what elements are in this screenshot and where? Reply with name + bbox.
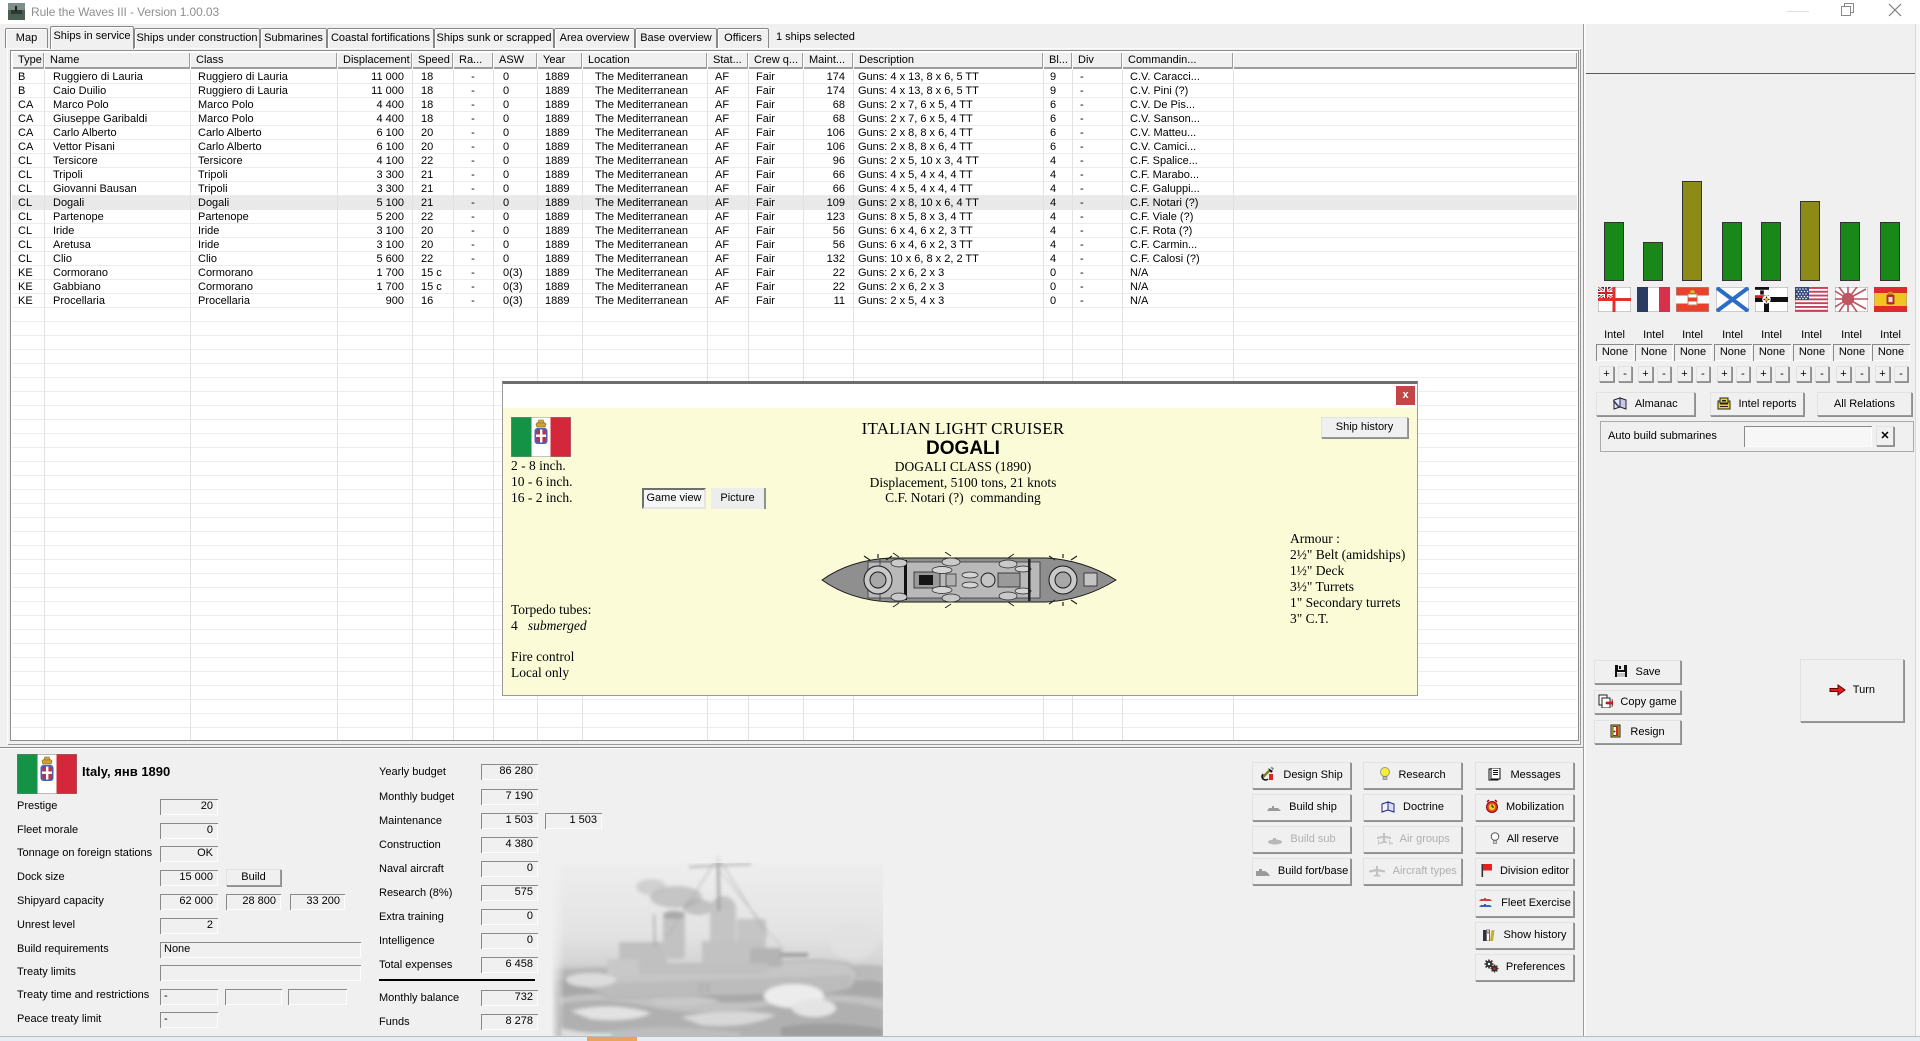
svg-text:21: 21: [697, 981, 711, 996]
